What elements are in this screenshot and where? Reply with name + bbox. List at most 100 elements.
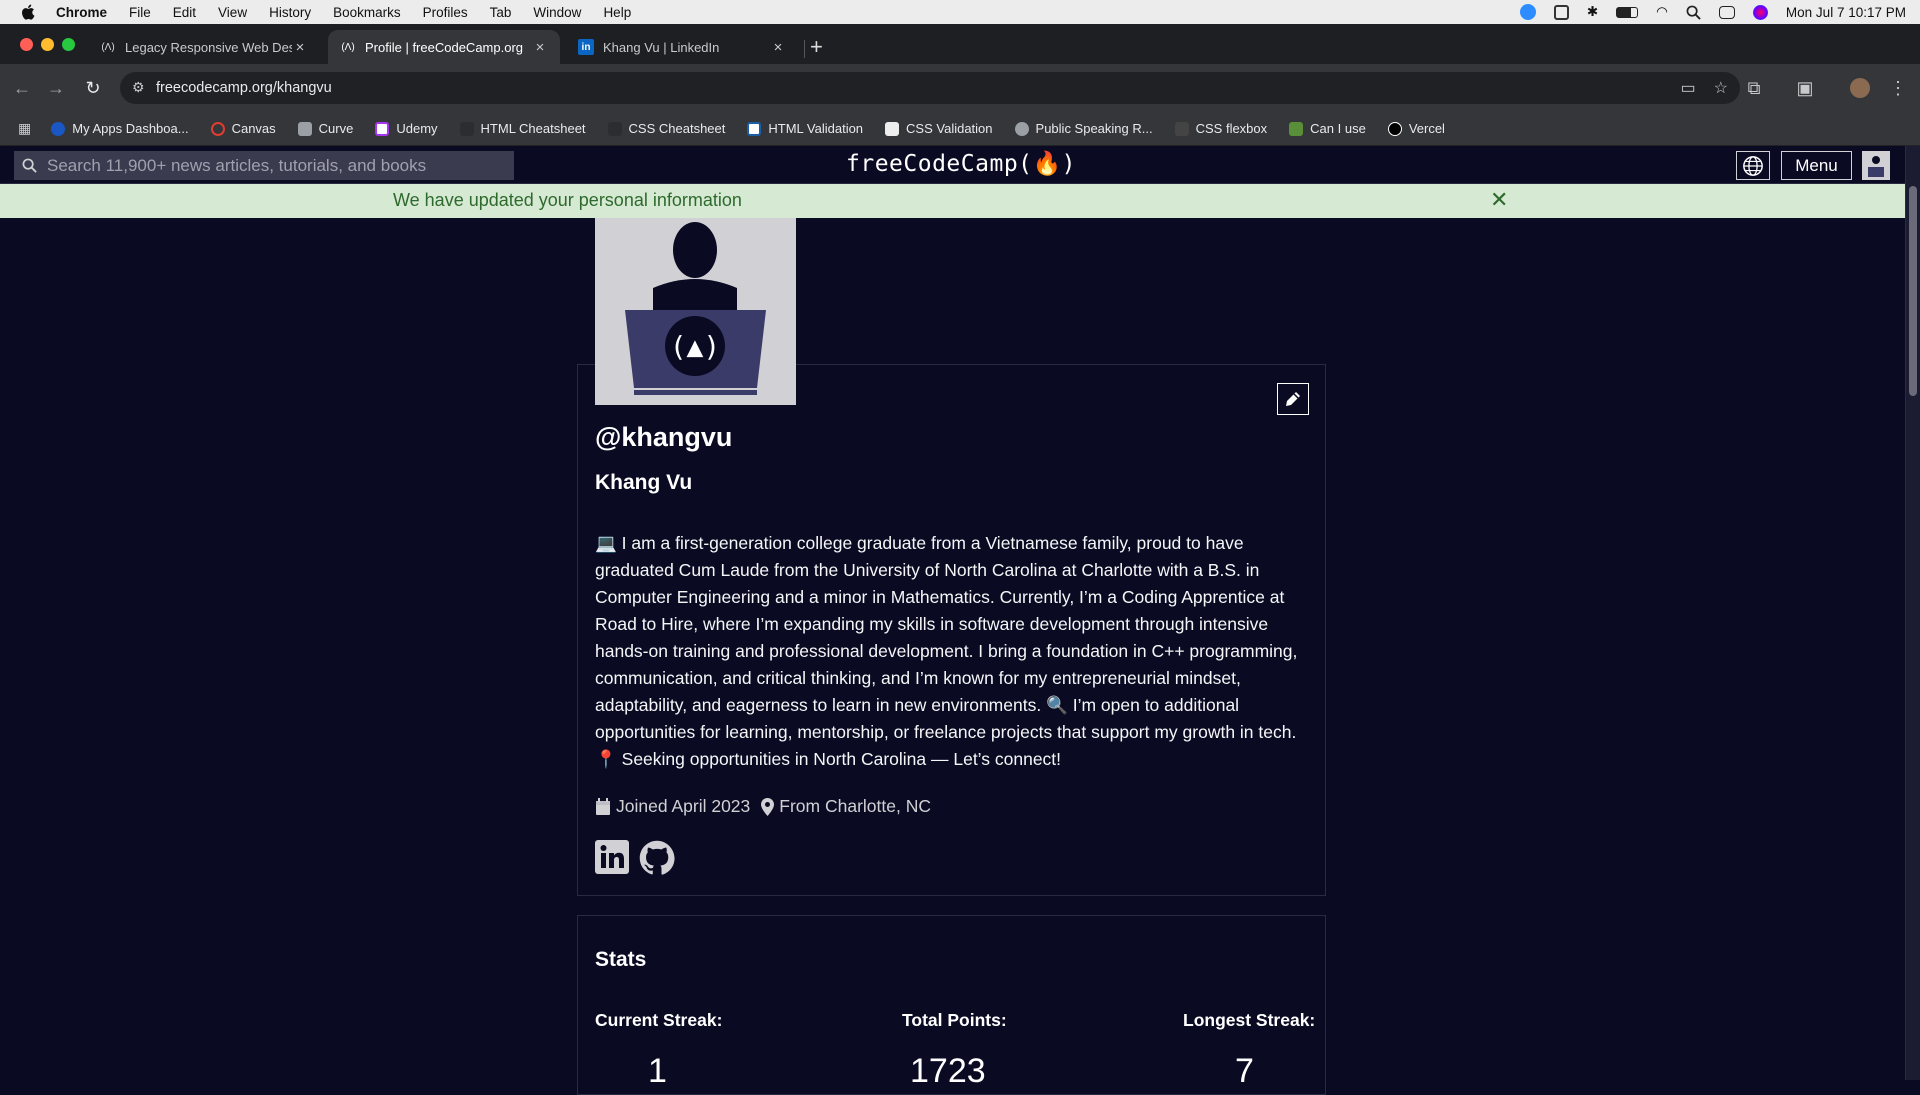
bookmark-item[interactable]: CSS Validation — [885, 121, 993, 136]
bookmark-item[interactable]: Public Speaking R... — [1014, 121, 1153, 136]
location-pin-icon — [761, 797, 775, 816]
tab-title: Legacy Responsive Web Desi — [125, 39, 292, 55]
total-points-label: Total Points: — [902, 1010, 1007, 1030]
menu-view[interactable]: View — [218, 5, 247, 20]
bookmark-item[interactable]: Udemy — [375, 121, 438, 136]
menu-button[interactable]: Menu — [1781, 151, 1852, 180]
menu-clock[interactable]: Mon Jul 7 10:17 PM — [1786, 5, 1906, 20]
menu-chrome[interactable]: Chrome — [56, 5, 107, 20]
menu-bookmarks[interactable]: Bookmarks — [333, 5, 401, 20]
profile-avatar-icon[interactable] — [1850, 78, 1870, 98]
menu-edit[interactable]: Edit — [173, 5, 196, 20]
user-avatar-button[interactable] — [1862, 151, 1890, 180]
bookmark-icon — [1387, 121, 1402, 136]
outlook-status-icon[interactable] — [1553, 4, 1569, 20]
bookmark-item[interactable]: Can I use — [1289, 121, 1366, 136]
linkedin-icon[interactable] — [595, 840, 629, 874]
bookmark-item[interactable]: Vercel — [1387, 121, 1445, 136]
bookmark-item[interactable]: CSS flexbox — [1174, 121, 1267, 136]
fcc-logo[interactable]: freeCodeCamp(🔥) — [846, 150, 1076, 177]
edit-profile-button[interactable] — [1277, 383, 1309, 415]
bookmark-icon — [1174, 121, 1189, 136]
zoom-status-icon[interactable] — [1519, 4, 1536, 20]
fcc-icon: (Λ) — [101, 41, 115, 53]
stats-title: Stats — [595, 948, 647, 971]
cast-icon[interactable]: ▣ — [1795, 78, 1815, 98]
bookmark-item[interactable]: My Apps Dashboa... — [51, 121, 189, 136]
scrollbar-thumb[interactable] — [1909, 186, 1917, 396]
menu-help[interactable]: Help — [603, 5, 631, 20]
profile-avatar: (▲) — [595, 218, 796, 405]
tab-profile[interactable]: (Λ) Profile | freeCodeCamp.org × — [328, 30, 560, 64]
bookmark-icon — [885, 121, 900, 136]
camper-avatar-icon: (▲) — [595, 218, 796, 405]
chrome-menu-icon[interactable]: ⋮ — [1888, 78, 1908, 98]
bookmark-star-icon[interactable]: ☆ — [1714, 78, 1728, 98]
apple-icon[interactable] — [20, 3, 38, 21]
close-tab-icon[interactable]: × — [532, 39, 548, 56]
siri-icon[interactable] — [1752, 4, 1768, 20]
profile-username: @khangvu — [595, 422, 733, 452]
address-bar[interactable]: ⚙ freecodecamp.org/khangvu ▭ ☆ — [120, 72, 1740, 104]
menu-file[interactable]: File — [129, 5, 151, 20]
pencil-icon — [1286, 392, 1300, 406]
bookmark-item[interactable]: HTML Validation — [747, 121, 863, 136]
reload-icon[interactable]: ↻ — [83, 78, 103, 98]
back-icon[interactable]: ← — [12, 78, 32, 98]
battery-icon[interactable] — [1616, 6, 1639, 18]
bookmark-icon — [375, 121, 390, 136]
bookmark-icon — [459, 121, 474, 136]
bookmark-icon — [210, 121, 225, 136]
close-tab-icon[interactable]: × — [292, 39, 308, 56]
github-icon[interactable] — [639, 840, 675, 876]
bookmark-label: Vercel — [1408, 121, 1445, 136]
menu-tab[interactable]: Tab — [490, 5, 512, 20]
search-bar[interactable] — [14, 151, 514, 180]
bookmark-icon — [607, 121, 622, 136]
tab-strip: (Λ) Legacy Responsive Web Desi × (Λ) Pro… — [0, 24, 1920, 64]
wifi-icon[interactable]: ◠ — [1656, 4, 1668, 20]
tab-title: Khang Vu | LinkedIn — [603, 39, 720, 55]
social-links — [595, 840, 675, 876]
menu-window[interactable]: Window — [533, 5, 581, 20]
zoom-window-button[interactable] — [62, 38, 75, 51]
search-icon — [22, 158, 37, 173]
bookmark-item[interactable]: Curve — [297, 121, 354, 136]
close-flash-icon[interactable]: ✕ — [1490, 187, 1508, 213]
extensions-icon[interactable]: ⧉ — [1744, 78, 1764, 98]
site-info-icon[interactable]: ⚙ — [132, 79, 145, 96]
page-scrollbar[interactable] — [1905, 146, 1920, 1080]
tab-legacy-responsive[interactable]: (Λ) Legacy Responsive Web Desi × — [88, 30, 320, 64]
bookmark-icon — [51, 121, 66, 136]
control-center-icon[interactable] — [1718, 5, 1735, 19]
close-tab-icon[interactable]: × — [770, 39, 786, 56]
bookmark-item[interactable]: CSS Cheatsheet — [607, 121, 726, 136]
flash-message: We have updated your personal informatio… — [0, 184, 1905, 218]
menu-profiles[interactable]: Profiles — [423, 5, 468, 20]
url-text: freecodecamp.org/khangvu — [156, 80, 332, 96]
longest-streak-label: Longest Streak: — [1183, 1010, 1316, 1030]
bookmark-label: CSS Cheatsheet — [628, 121, 726, 136]
globe-icon — [1743, 155, 1763, 176]
install-app-icon[interactable]: ▭ — [1681, 78, 1696, 98]
minimize-window-button[interactable] — [41, 38, 54, 51]
bookmarks-bar: ▦ My Apps Dashboa... Canvas Curve Udemy … — [0, 112, 1920, 146]
language-button[interactable] — [1736, 151, 1770, 180]
avatar-icon — [1868, 155, 1884, 177]
bookmark-item[interactable]: HTML Cheatsheet — [459, 121, 586, 136]
bookmark-item[interactable]: Canvas — [210, 121, 276, 136]
forward-icon[interactable]: → — [46, 78, 66, 98]
bookmark-label: HTML Validation — [768, 121, 864, 136]
location-text: From Charlotte, NC — [779, 796, 931, 816]
profile-bio: 💻 I am a first-generation college gradua… — [595, 533, 1298, 769]
apps-grid-icon[interactable]: ▦ — [18, 120, 31, 137]
spotlight-icon[interactable] — [1686, 5, 1701, 20]
bookmark-label: Curve — [318, 121, 354, 136]
menu-history[interactable]: History — [269, 5, 311, 20]
bluetooth-icon[interactable]: ✱ — [1587, 4, 1598, 20]
close-window-button[interactable] — [20, 38, 33, 51]
tab-linkedin[interactable]: in Khang Vu | LinkedIn × — [566, 30, 798, 64]
new-tab-button[interactable]: + — [810, 34, 823, 60]
fcc-navbar: freeCodeCamp(🔥) Menu — [0, 146, 1905, 184]
search-input[interactable] — [47, 155, 487, 176]
